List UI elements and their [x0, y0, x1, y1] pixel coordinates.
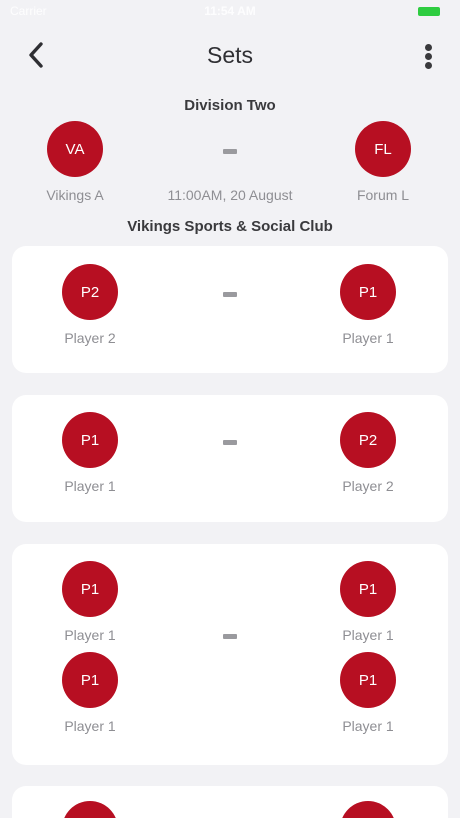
away-player-avatar: P1: [340, 652, 396, 708]
score-separator: [223, 149, 237, 154]
home-player-avatar: P1: [62, 412, 118, 468]
away-player-name: Player 1: [342, 627, 394, 643]
away-player-avatar: P1: [340, 561, 396, 617]
home-team-name: Vikings A: [46, 187, 104, 203]
home-player-avatar: P1: [62, 652, 118, 708]
home-player-name: Player 1: [64, 478, 116, 494]
set-card[interactable]: P1 Player 1 P1 Player 1 P1 Player 1 P1 P…: [12, 544, 448, 765]
set-card-partial[interactable]: [12, 786, 448, 818]
status-bar: Carrier 11:54 AM: [0, 0, 460, 22]
home-player-name: Player 2: [64, 330, 116, 346]
home-player-avatar: P2: [62, 264, 118, 320]
set-score-separator: [223, 292, 237, 297]
set-score-separator: [223, 440, 237, 445]
away-team-avatar: FL: [355, 121, 411, 177]
more-options-button[interactable]: [418, 42, 438, 72]
home-player-avatar: P1: [62, 561, 118, 617]
home-player-name: Player 1: [64, 718, 116, 734]
status-time: 11:54 AM: [204, 4, 256, 18]
away-player-avatar: [340, 801, 396, 818]
home-player-avatar: [62, 801, 118, 818]
match-header: Division Two VA Vikings A 11:00AM, 20 Au…: [0, 92, 460, 242]
away-player-name: Player 1: [342, 330, 394, 346]
set-score-separator: [223, 634, 237, 639]
venue-name: Vikings Sports & Social Club: [127, 218, 333, 235]
division-title: Division Two: [184, 97, 276, 114]
battery-icon: [418, 7, 440, 16]
home-player-name: Player 1: [64, 627, 116, 643]
set-card[interactable]: P2 Player 2 P1 Player 1: [12, 246, 448, 373]
home-team-avatar: VA: [47, 121, 103, 177]
away-player-avatar: P2: [340, 412, 396, 468]
away-player-name: Player 2: [342, 478, 394, 494]
away-team-name: Forum L: [356, 187, 410, 203]
away-player-name: Player 1: [342, 718, 394, 734]
away-player-avatar: P1: [340, 264, 396, 320]
set-card[interactable]: P1 Player 1 P2 Player 2: [12, 395, 448, 522]
navigation-bar: Sets: [0, 30, 460, 82]
page-title: Sets: [206, 42, 254, 68]
match-datetime: 11:00AM, 20 August: [167, 187, 293, 203]
